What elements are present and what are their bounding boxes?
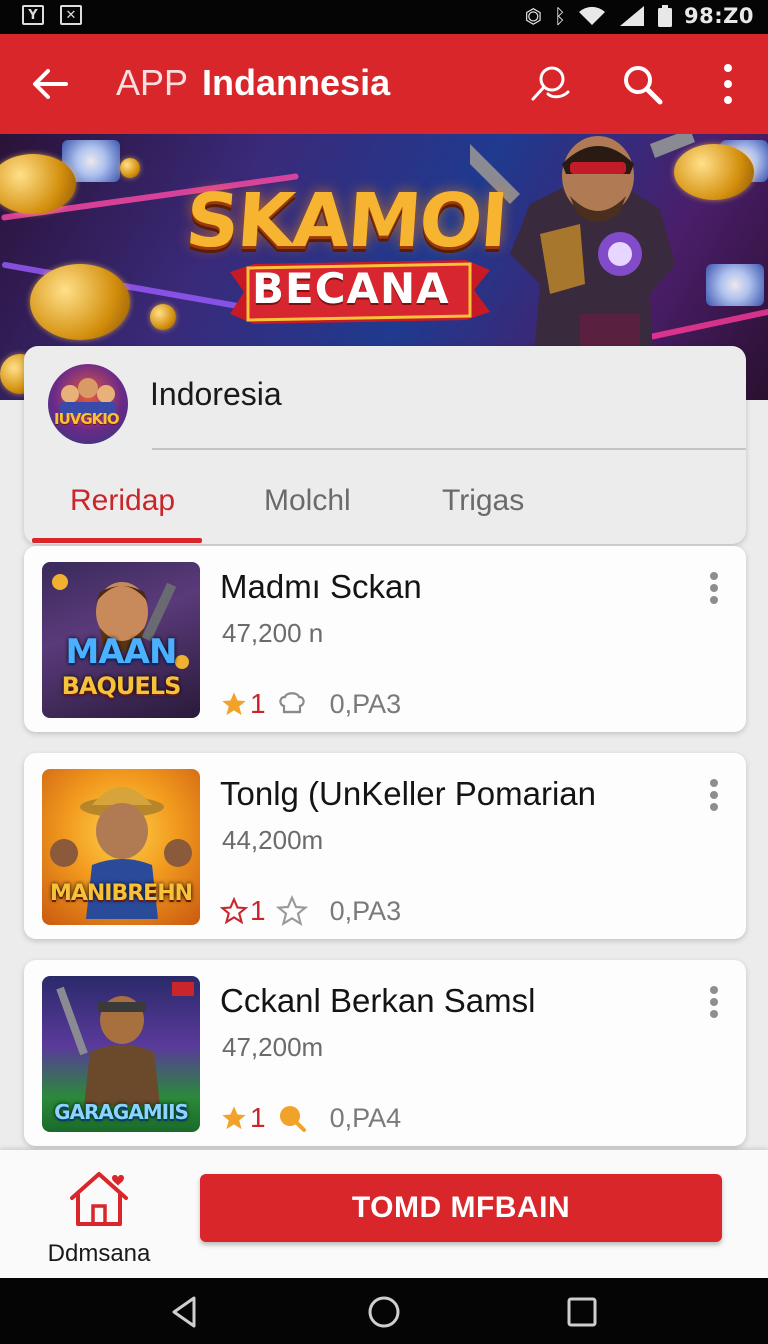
thumbnail-line1: GARAGAMIIS — [54, 1100, 189, 1124]
stage-light-icon — [706, 264, 764, 306]
more-vert-icon[interactable] — [704, 572, 724, 612]
search-icon[interactable] — [620, 62, 664, 106]
status-bar: Y ✕ ⏣ ᛒ 98:Z0 — [0, 0, 768, 34]
game-thumbnail[interactable]: MAAN BAQUELS — [42, 562, 200, 718]
tab-bar: Reridap Molchl Trigas — [24, 476, 746, 544]
hero-ribbon: BECANA — [230, 254, 490, 326]
item-meta: 1 0,PA3 — [220, 891, 401, 931]
coin-icon — [120, 158, 140, 178]
item-meta: 1 0,PA3 — [220, 684, 401, 724]
tab-trigas[interactable]: Trigas — [442, 484, 524, 518]
item-title[interactable]: Madmı Sckan — [220, 568, 422, 606]
divider — [152, 448, 746, 450]
item-count: 47,200 n — [222, 618, 324, 648]
thumbnail-line1: MANIBREHN — [49, 881, 193, 906]
page-title: APP Indannesia — [116, 62, 390, 104]
item-meta-value: 0,PA4 — [329, 1102, 402, 1133]
item-meta-value: 0,PA3 — [329, 895, 402, 926]
hero-ribbon-text: BECANA — [252, 264, 450, 313]
list-item[interactable]: GARAGAMIIS Cckanl Berkan Samsl 47,200m 1… — [24, 960, 746, 1146]
search-outline-icon[interactable] — [528, 62, 572, 106]
coin-icon — [30, 264, 130, 340]
star-filled-icon — [222, 692, 246, 716]
back-arrow-icon[interactable] — [30, 66, 70, 102]
chef-hat-icon — [278, 692, 305, 714]
clock: 98:Z0 — [684, 4, 754, 28]
list-item[interactable]: MANIBREHN Tonlg (UnKeller Pomarian 44,20… — [24, 753, 746, 939]
item-meta: 1 0,PA4 — [220, 1098, 401, 1138]
game-thumbnail[interactable]: GARAGAMIIS — [42, 976, 200, 1132]
bottom-action-bar: Ddmsana TOMD MFBAIN — [0, 1150, 768, 1278]
coin-icon — [150, 304, 176, 330]
nav-back-icon[interactable] — [166, 1294, 202, 1330]
primary-cta-button[interactable]: TOMD MFBAIN — [200, 1174, 722, 1242]
profile-card: IUVGKIO Indoresia Reridap Molchl Trigas — [24, 346, 746, 544]
app-prefix: APP — [116, 62, 189, 103]
alarm-icon: ⏣ — [524, 4, 543, 28]
star-outline-icon — [220, 897, 248, 925]
list-item[interactable]: MAAN BAQUELS Madmı Sckan 47,200 n 1 0,PA… — [24, 546, 746, 732]
search-bubble-icon — [279, 1106, 306, 1132]
item-title[interactable]: Tonlg (UnKeller Pomarian — [220, 775, 596, 813]
thumbnail-line2: BAQUELS — [61, 672, 182, 700]
star-filled-icon — [222, 1106, 246, 1130]
hero-headline: SKAMOI — [182, 178, 510, 264]
item-count: 47,200m — [222, 1032, 324, 1062]
nav-home-icon[interactable] — [366, 1294, 402, 1330]
signal-icon — [620, 6, 645, 26]
avatar-characters-icon — [60, 378, 116, 416]
more-vert-icon[interactable] — [704, 986, 724, 1026]
item-rating: 1 — [250, 688, 266, 719]
home-label: Ddmsana — [47, 1240, 151, 1267]
app-bar: APP Indannesia — [0, 34, 768, 134]
battery-icon — [658, 5, 673, 27]
item-meta-value: 0,PA3 — [329, 688, 402, 719]
more-vert-icon[interactable] — [704, 779, 724, 819]
bluetooth-icon: ᛒ — [554, 4, 567, 28]
tab-molchl[interactable]: Molchl — [264, 484, 351, 518]
tab-reridap[interactable]: Reridap — [70, 484, 175, 518]
notification-image-icon: ✕ — [60, 5, 82, 25]
active-tab-indicator — [32, 538, 202, 543]
profile-name: Indoresia — [150, 376, 282, 412]
item-rating: 1 — [250, 895, 266, 926]
game-thumbnail[interactable]: MANIBREHN — [42, 769, 200, 925]
nav-recents-icon[interactable] — [564, 1294, 600, 1330]
star-outline-icon — [275, 895, 308, 926]
app-name: Indannesia — [202, 62, 391, 103]
item-title[interactable]: Cckanl Berkan Samsl — [220, 982, 535, 1020]
notification-y-icon: Y — [22, 5, 44, 25]
home-tab[interactable]: Ddmsana — [40, 1170, 158, 1270]
system-nav-bar — [0, 1278, 768, 1344]
avatar-logo-text: IUVGKIO — [54, 410, 120, 428]
wifi-icon — [579, 6, 606, 26]
avatar[interactable]: IUVGKIO — [48, 364, 128, 444]
more-vert-icon[interactable] — [706, 62, 750, 106]
item-count: 44,200m — [222, 825, 324, 855]
home-icon — [70, 1172, 128, 1226]
item-rating: 1 — [250, 1102, 266, 1133]
thumbnail-line1: MAAN — [65, 632, 178, 672]
